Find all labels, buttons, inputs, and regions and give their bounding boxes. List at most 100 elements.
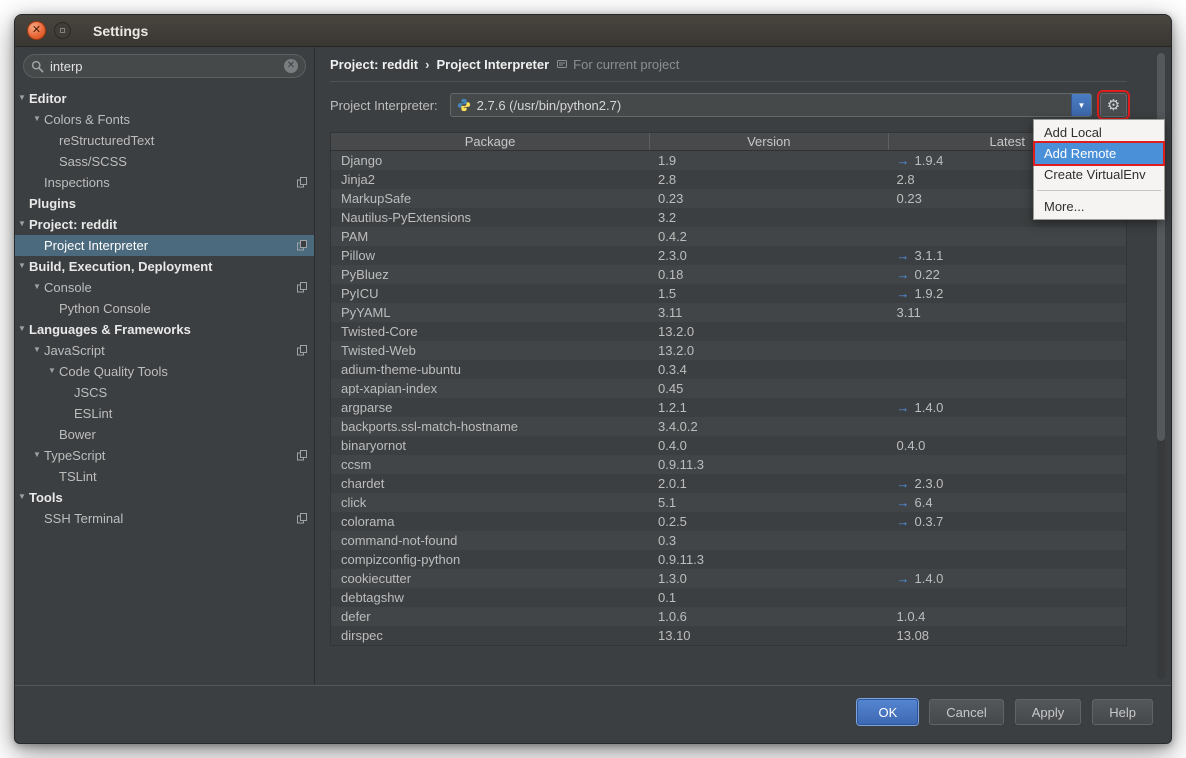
clear-search-icon[interactable]: ✕ bbox=[284, 59, 298, 73]
sidebar-item-python-console[interactable]: ▼ Python Console bbox=[15, 298, 314, 319]
package-row[interactable]: PyYAML 3.11 3.11 bbox=[331, 303, 1126, 322]
package-row[interactable]: chardet 2.0.1 → 2.3.0 bbox=[331, 474, 1126, 493]
package-name: backports.ssl-match-hostname bbox=[331, 419, 649, 434]
settings-dialog: ✕ Settings interp ✕ ▼ Editor bbox=[14, 14, 1172, 744]
package-name: ccsm bbox=[331, 457, 649, 472]
menu-item-create-virtualenv[interactable]: Create VirtualEnv bbox=[1035, 164, 1163, 185]
package-row[interactable]: adium-theme-ubuntu 0.3.4 bbox=[331, 360, 1126, 379]
sidebar-item-colors-fonts[interactable]: ▼ Colors & Fonts bbox=[15, 109, 314, 130]
ok-button[interactable]: OK bbox=[857, 699, 918, 725]
chevron-down-icon[interactable]: ▼ bbox=[30, 114, 44, 123]
sidebar-item-javascript[interactable]: ▼ JavaScript bbox=[15, 340, 314, 361]
sidebar-item-console[interactable]: ▼ Console bbox=[15, 277, 314, 298]
package-row[interactable]: dirspec 13.10 13.08 bbox=[331, 626, 1126, 645]
combo-dropdown-arrow-icon[interactable]: ▼ bbox=[1071, 94, 1091, 116]
package-row[interactable]: Nautilus-PyExtensions 3.2 bbox=[331, 208, 1126, 227]
package-version: 0.4.2 bbox=[649, 229, 888, 244]
package-row[interactable]: cookiecutter 1.3.0 → 1.4.0 bbox=[331, 569, 1126, 588]
sidebar-item-restructuredtext[interactable]: ▼ reStructuredText bbox=[15, 130, 314, 151]
package-row[interactable]: Pillow 2.3.0 → 3.1.1 bbox=[331, 246, 1126, 265]
package-row[interactable]: Django 1.9 → 1.9.4 bbox=[331, 151, 1126, 170]
sidebar-item-code-quality-tools[interactable]: ▼ Code Quality Tools bbox=[15, 361, 314, 382]
package-latest: → 1.4.0 bbox=[888, 400, 1127, 415]
sidebar-item-build-execution-deployment[interactable]: ▼ Build, Execution, Deployment bbox=[15, 256, 314, 277]
package-row[interactable]: colorama 0.2.5 → 0.3.7 bbox=[331, 512, 1126, 531]
package-version: 3.2 bbox=[649, 210, 888, 225]
chevron-down-icon[interactable]: ▼ bbox=[30, 450, 44, 459]
interpreter-combobox[interactable]: 2.7.6 (/usr/bin/python2.7) ▼ bbox=[450, 93, 1092, 117]
sidebar-item-sass-scss[interactable]: ▼ Sass/SCSS bbox=[15, 151, 314, 172]
search-input[interactable]: interp bbox=[50, 59, 278, 74]
tree-item-label: TypeScript bbox=[44, 448, 105, 463]
tree-item-label: Editor bbox=[29, 91, 67, 106]
package-row[interactable]: click 5.1 → 6.4 bbox=[331, 493, 1126, 512]
menu-item-more[interactable]: More... bbox=[1035, 196, 1163, 217]
tree-item-label: Tools bbox=[29, 490, 63, 505]
menu-item-add-local[interactable]: Add Local bbox=[1035, 122, 1163, 143]
sidebar-item-ssh-terminal[interactable]: ▼ SSH Terminal bbox=[15, 508, 314, 529]
package-row[interactable]: PyBluez 0.18 → 0.22 bbox=[331, 265, 1126, 284]
maximize-button[interactable] bbox=[54, 22, 71, 39]
package-name: PyICU bbox=[331, 286, 649, 301]
menu-item-label: Add Local bbox=[1044, 125, 1102, 140]
sidebar-item-tools[interactable]: ▼ Tools bbox=[15, 487, 314, 508]
package-row[interactable]: debtagshw 0.1 bbox=[331, 588, 1126, 607]
package-row[interactable]: defer 1.0.6 1.0.4 bbox=[331, 607, 1126, 626]
sidebar-item-tslint[interactable]: ▼ TSLint bbox=[15, 466, 314, 487]
package-row[interactable]: argparse 1.2.1 → 1.4.0 bbox=[331, 398, 1126, 417]
package-row[interactable]: PyICU 1.5 → 1.9.2 bbox=[331, 284, 1126, 303]
column-header-package[interactable]: Package bbox=[331, 133, 649, 150]
package-row[interactable]: PAM 0.4.2 bbox=[331, 227, 1126, 246]
dialog-footer: OK Cancel Apply Help bbox=[15, 685, 1171, 743]
sidebar-item-project-reddit[interactable]: ▼ Project: reddit bbox=[15, 214, 314, 235]
chevron-down-icon[interactable]: ▼ bbox=[45, 366, 59, 375]
sidebar-item-bower[interactable]: ▼ Bower bbox=[15, 424, 314, 445]
interpreter-value: 2.7.6 (/usr/bin/python2.7) bbox=[477, 98, 1065, 113]
chevron-down-icon[interactable]: ▼ bbox=[30, 282, 44, 291]
package-name: click bbox=[331, 495, 649, 510]
package-version: 13.2.0 bbox=[649, 324, 888, 339]
sidebar-item-jscs[interactable]: ▼ JSCS bbox=[15, 382, 314, 403]
package-row[interactable]: ccsm 0.9.11.3 bbox=[331, 455, 1126, 474]
chevron-down-icon[interactable]: ▼ bbox=[15, 492, 29, 501]
desktop-background: ✕ Settings interp ✕ ▼ Editor bbox=[0, 0, 1186, 758]
package-row[interactable]: command-not-found 0.3 bbox=[331, 531, 1126, 550]
chevron-down-icon[interactable]: ▼ bbox=[30, 345, 44, 354]
sidebar-item-languages-frameworks[interactable]: ▼ Languages & Frameworks bbox=[15, 319, 314, 340]
titlebar[interactable]: ✕ Settings bbox=[15, 15, 1171, 47]
sidebar-item-editor[interactable]: ▼ Editor bbox=[15, 88, 314, 109]
package-latest: 13.08 bbox=[888, 628, 1127, 643]
sidebar-item-typescript[interactable]: ▼ TypeScript bbox=[15, 445, 314, 466]
package-row[interactable]: Jinja2 2.8 2.8 bbox=[331, 170, 1126, 189]
sidebar-item-eslint[interactable]: ▼ ESLint bbox=[15, 403, 314, 424]
sidebar-item-project-interpreter[interactable]: ▼ Project Interpreter bbox=[15, 235, 314, 256]
scrollbar-thumb[interactable] bbox=[1157, 53, 1165, 441]
help-button[interactable]: Help bbox=[1092, 699, 1153, 725]
package-version: 1.5 bbox=[649, 286, 888, 301]
package-row[interactable]: Twisted-Core 13.2.0 bbox=[331, 322, 1126, 341]
package-name: adium-theme-ubuntu bbox=[331, 362, 649, 377]
chevron-down-icon[interactable]: ▼ bbox=[15, 324, 29, 333]
chevron-down-icon[interactable]: ▼ bbox=[15, 261, 29, 270]
interpreter-settings-gear-button[interactable]: ⚙ bbox=[1100, 93, 1127, 117]
package-latest: → 0.3.7 bbox=[888, 514, 1127, 529]
package-row[interactable]: apt-xapian-index 0.45 bbox=[331, 379, 1126, 398]
column-header-version[interactable]: Version bbox=[649, 133, 888, 150]
package-row[interactable]: MarkupSafe 0.23 0.23 bbox=[331, 189, 1126, 208]
package-row[interactable]: backports.ssl-match-hostname 3.4.0.2 bbox=[331, 417, 1126, 436]
close-button[interactable]: ✕ bbox=[27, 21, 46, 40]
settings-tree: ▼ Editor ▼ Colors & Fonts ▼ reStructured… bbox=[15, 88, 314, 529]
cancel-button[interactable]: Cancel bbox=[929, 699, 1003, 725]
package-row[interactable]: Twisted-Web 13.2.0 bbox=[331, 341, 1126, 360]
tree-item-label: Console bbox=[44, 280, 92, 295]
sidebar-item-plugins[interactable]: ▼ Plugins bbox=[15, 193, 314, 214]
apply-button[interactable]: Apply bbox=[1015, 699, 1082, 725]
menu-item-add-remote[interactable]: Add Remote bbox=[1035, 143, 1163, 164]
chevron-down-icon[interactable]: ▼ bbox=[15, 219, 29, 228]
chevron-down-icon[interactable]: ▼ bbox=[15, 93, 29, 102]
interpreter-row: Project Interpreter: 2.7.6 (/usr/bin/pyt… bbox=[330, 92, 1127, 118]
sidebar-item-inspections[interactable]: ▼ Inspections bbox=[15, 172, 314, 193]
settings-search-box[interactable]: interp ✕ bbox=[23, 54, 306, 78]
package-row[interactable]: compizconfig-python 0.9.11.3 bbox=[331, 550, 1126, 569]
package-row[interactable]: binaryornot 0.4.0 0.4.0 bbox=[331, 436, 1126, 455]
